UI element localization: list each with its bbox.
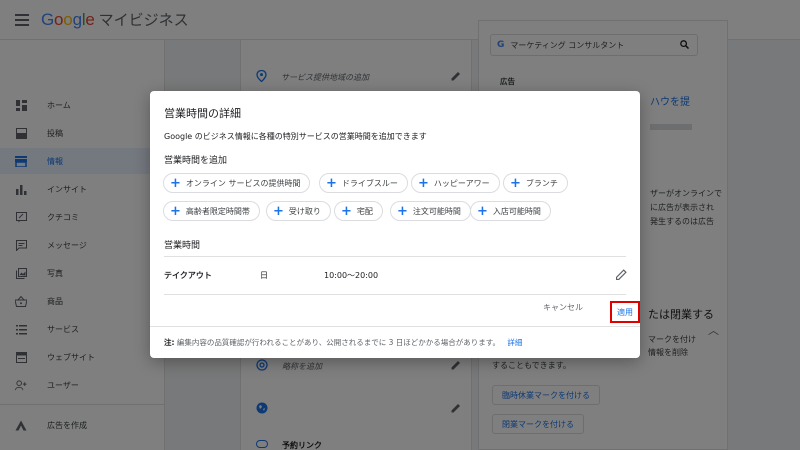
plus-icon: + bbox=[273, 203, 284, 219]
chip-brunch[interactable]: + ブランチ bbox=[503, 173, 568, 193]
hours-details-dialog: 営業時間の詳細 Google のビジネス情報に各種の特別サービスの営業時間を追加… bbox=[150, 91, 640, 358]
divider bbox=[164, 256, 626, 257]
chip-entry-hours[interactable]: + 入店可能時間 bbox=[470, 201, 551, 221]
edit-hours-icon[interactable] bbox=[615, 269, 627, 283]
chip-delivery[interactable]: + 宅配 bbox=[334, 201, 383, 221]
chip-happy-hour[interactable]: + ハッピーアワー bbox=[411, 173, 500, 193]
plus-icon: + bbox=[510, 175, 521, 191]
chip-drive-through[interactable]: + ドライブスルー bbox=[319, 173, 408, 193]
hours-row-time: 10:00～20:00 bbox=[324, 271, 379, 280]
plus-icon: + bbox=[170, 175, 181, 191]
chip-online-service-hours[interactable]: + オンライン サービスの提供時間 bbox=[163, 173, 311, 193]
divider bbox=[164, 294, 626, 295]
chip-order-hours[interactable]: + 注文可能時間 bbox=[390, 201, 471, 221]
chip-senior-hours[interactable]: + 高齢者限定時間帯 bbox=[163, 201, 260, 221]
plus-icon: + bbox=[477, 203, 488, 219]
plus-icon: + bbox=[397, 203, 408, 219]
plus-icon: + bbox=[341, 203, 352, 219]
hours-heading: 営業時間 bbox=[164, 241, 201, 251]
cancel-button[interactable]: キャンセル bbox=[543, 302, 583, 313]
plus-icon: + bbox=[170, 203, 181, 219]
plus-icon: + bbox=[418, 175, 429, 191]
dialog-title: 営業時間の詳細 bbox=[164, 107, 241, 120]
chip-pickup[interactable]: + 受け取り bbox=[266, 201, 331, 221]
hours-row-name: テイクアウト bbox=[164, 271, 212, 280]
hours-row-day: 日 bbox=[260, 271, 268, 280]
plus-icon: + bbox=[326, 175, 337, 191]
add-hours-heading: 営業時間を追加 bbox=[164, 156, 228, 166]
footer-divider bbox=[150, 326, 640, 327]
apply-button[interactable]: 適用 bbox=[610, 301, 640, 323]
dialog-description: Google のビジネス情報に各種の特別サービスの営業時間を追加できます bbox=[164, 132, 427, 141]
footer-note: 注: 編集内容の品質確認が行われることがあり、公開されるまでに 3 日ほどかかる… bbox=[164, 338, 523, 347]
learn-more-link[interactable]: 詳細 bbox=[507, 338, 522, 347]
